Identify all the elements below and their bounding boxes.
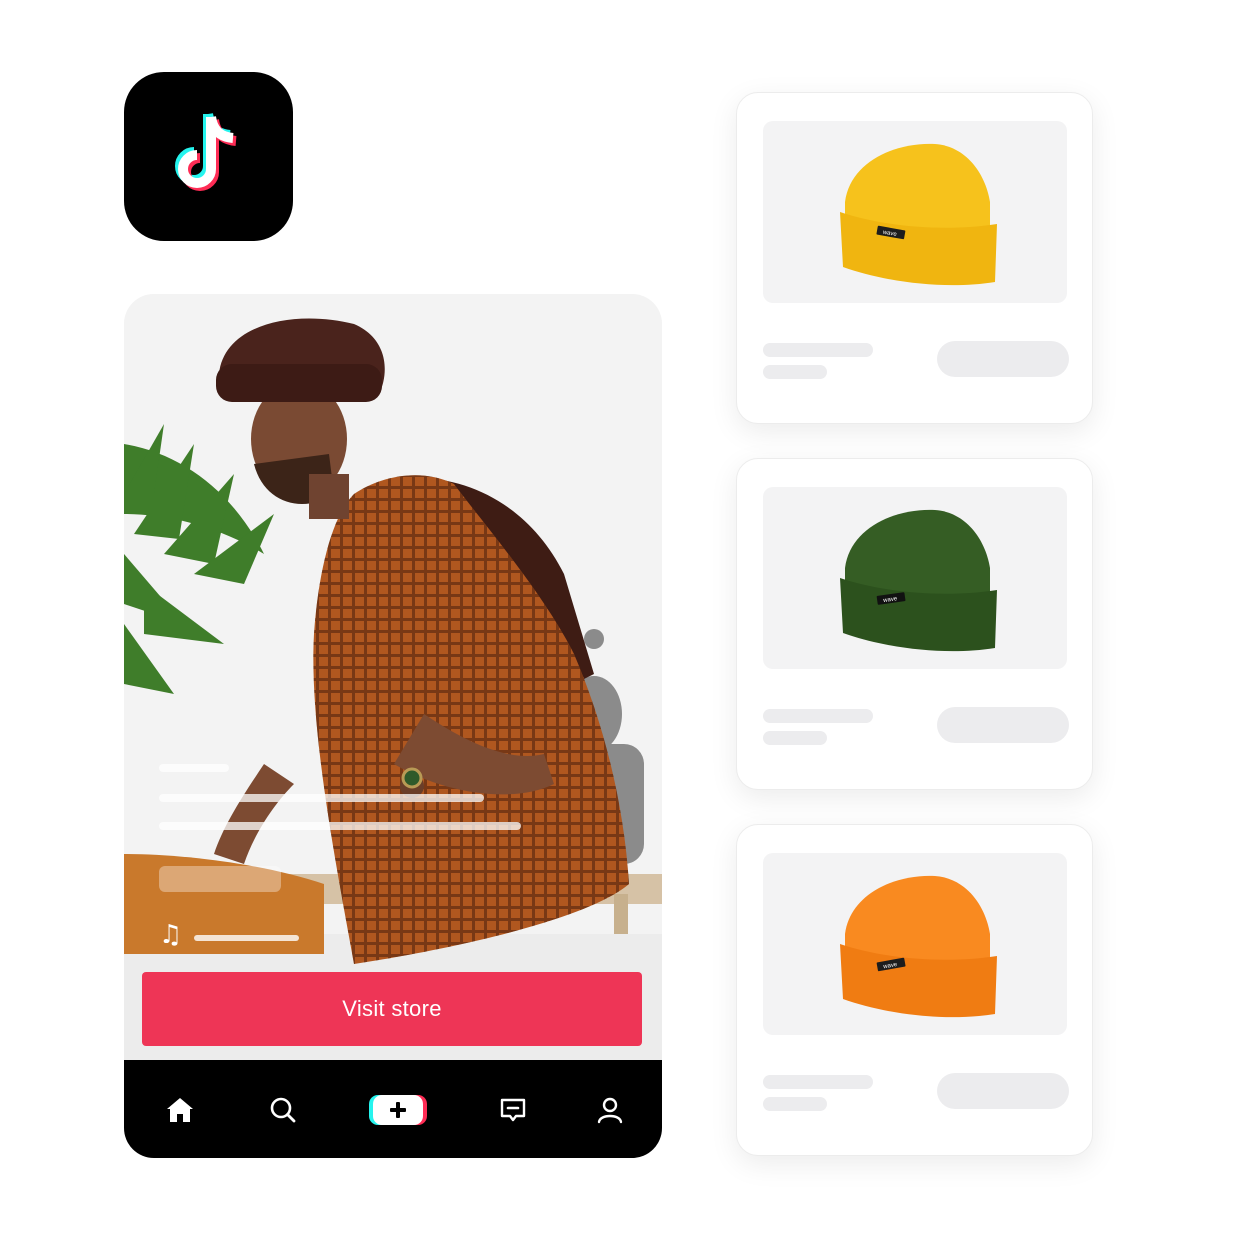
price-placeholder [763,1097,827,1111]
tiktok-app-icon [124,72,293,241]
title-placeholder [763,1075,873,1089]
product-image: wave [763,121,1067,303]
add-button-placeholder[interactable] [937,707,1069,743]
tiktok-logo-icon [174,112,237,191]
search-icon [270,1097,296,1123]
product-card[interactable]: wave [736,458,1093,790]
product-card[interactable]: wave [736,92,1093,424]
beanie-yellow-icon: wave [840,143,997,286]
music-note-icon: ♫ [159,920,183,950]
product-card[interactable]: wave [736,824,1093,1156]
tab-inbox[interactable] [493,1090,533,1130]
bottom-tab-bar [124,1060,662,1158]
tab-create[interactable] [369,1090,427,1130]
visit-store-button[interactable]: Visit store [142,972,642,1046]
price-placeholder [763,365,827,379]
music-title-placeholder [194,935,300,941]
price-placeholder [763,731,827,745]
tab-home[interactable] [160,1090,200,1130]
inbox-icon [500,1098,526,1122]
home-icon [167,1098,193,1122]
product-image: wave [763,487,1067,669]
tab-profile[interactable] [590,1090,630,1130]
create-plus-icon [369,1095,427,1125]
profile-icon [597,1097,623,1124]
music-row: ♫ [159,920,300,950]
title-placeholder [763,709,873,723]
add-button-placeholder[interactable] [937,1073,1069,1109]
phone-mockup: ♫ Visit store [124,294,662,1158]
product-image: wave [763,853,1067,1035]
title-placeholder [763,343,873,357]
add-button-placeholder[interactable] [937,341,1069,377]
beanie-green-icon: wave [840,509,997,652]
tab-search[interactable] [263,1090,303,1130]
beanie-orange-icon: wave [840,875,997,1018]
